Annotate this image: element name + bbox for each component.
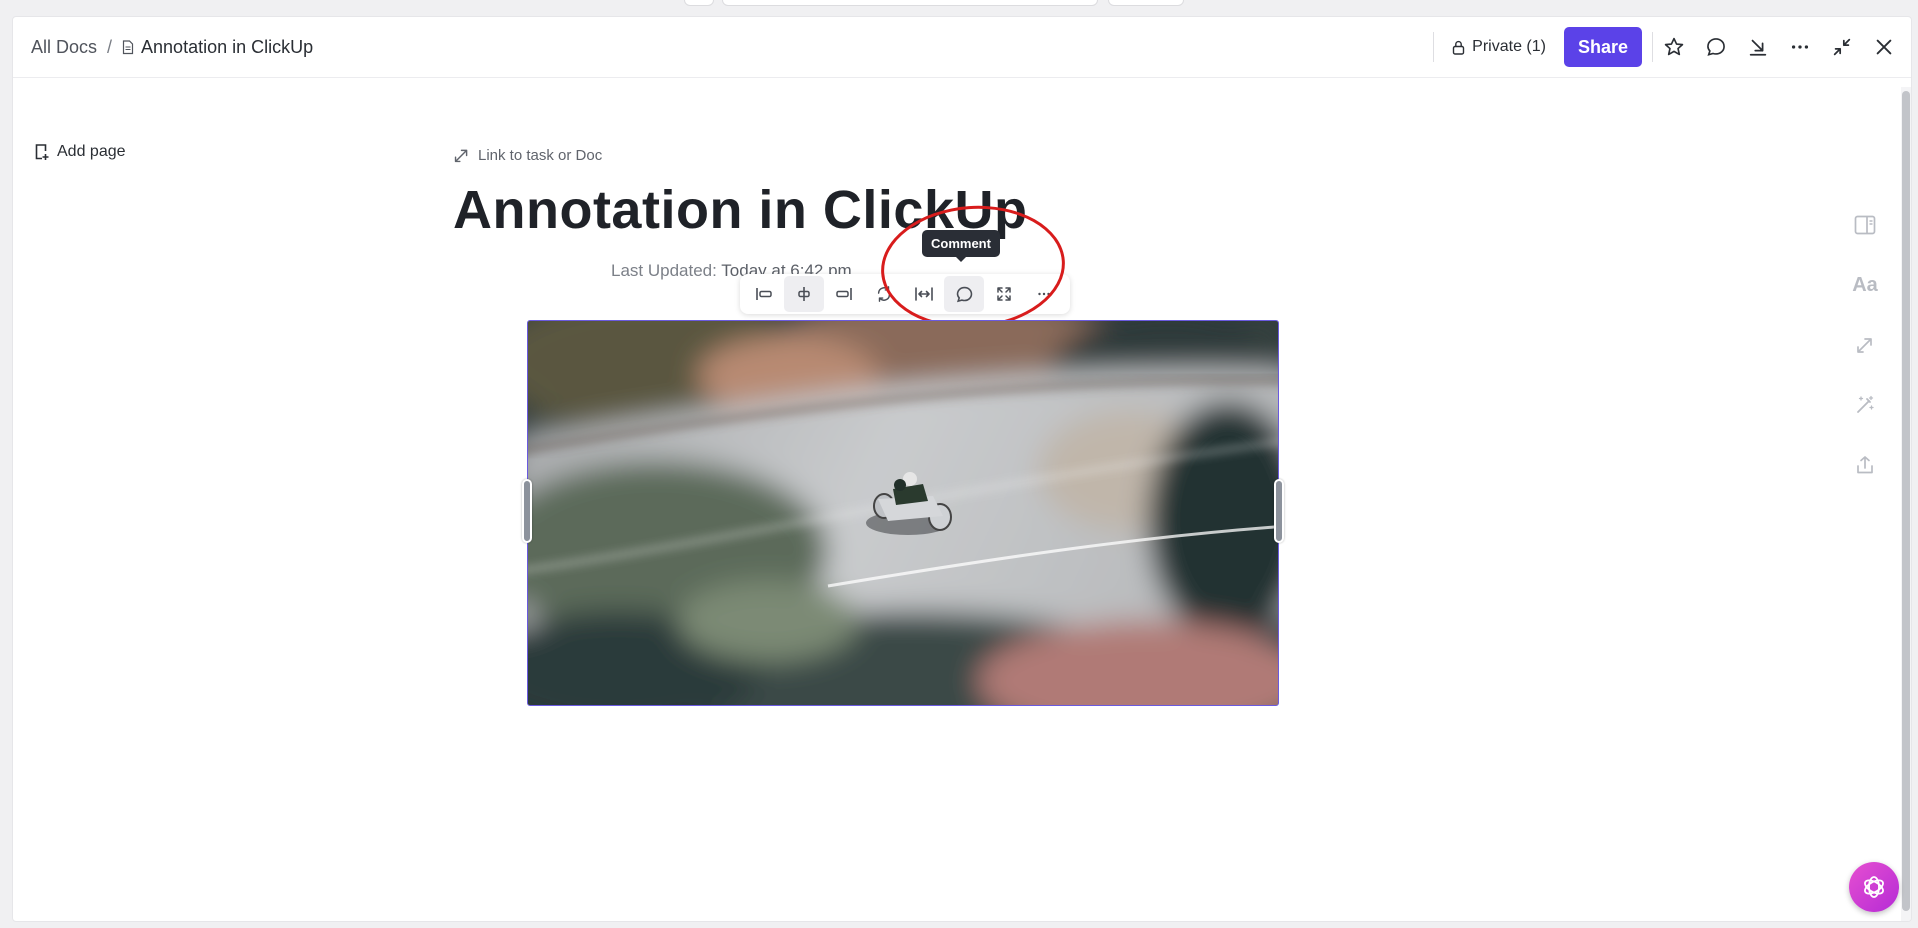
link-to-task-label: Link to task or Doc xyxy=(478,147,603,164)
motorcycle-photo xyxy=(528,321,1278,705)
align-center-icon xyxy=(798,287,810,301)
breadcrumb-current-doc[interactable]: Annotation in ClickUp xyxy=(141,37,313,58)
minimize-button[interactable] xyxy=(1821,27,1863,67)
header-actions: Private (1) Share xyxy=(1433,27,1911,67)
privacy-label: Private (1) xyxy=(1472,38,1546,55)
top-search[interactable] xyxy=(722,0,1098,6)
resize-handle-right[interactable] xyxy=(1274,479,1284,543)
comment-button[interactable] xyxy=(944,276,984,312)
doc-icon xyxy=(122,40,134,55)
comment-icon xyxy=(956,286,972,302)
comments-button[interactable] xyxy=(1695,27,1737,67)
fit-width-icon xyxy=(915,287,933,301)
close-icon xyxy=(1876,39,1892,55)
ai-wand-icon xyxy=(1857,395,1874,413)
image-more-button[interactable] xyxy=(1024,276,1064,312)
star-icon xyxy=(1664,37,1684,56)
align-left-icon xyxy=(756,288,772,300)
ai-assistant-icon xyxy=(1864,876,1884,898)
export-button[interactable] xyxy=(1847,447,1883,483)
image-toolbar xyxy=(740,274,1070,314)
export-icon xyxy=(1857,456,1873,474)
last-updated-prefix: Last Updated: xyxy=(611,261,717,280)
replace-image-button[interactable] xyxy=(864,276,904,312)
link-to-task-button[interactable]: Link to task or Doc xyxy=(453,147,602,164)
download-icon xyxy=(1749,39,1767,56)
doc-header: All Docs / Annotation in ClickUp Private… xyxy=(13,17,1911,78)
add-page-button[interactable]: Add page xyxy=(33,143,126,161)
comment-icon xyxy=(1707,38,1725,56)
add-page-label: Add page xyxy=(57,143,126,160)
fit-width-button[interactable] xyxy=(904,276,944,312)
resize-handle-left[interactable] xyxy=(522,479,532,543)
fullscreen-button[interactable] xyxy=(984,276,1024,312)
align-center-button[interactable] xyxy=(784,276,824,312)
browser-top-strip xyxy=(0,0,1918,16)
top-tab[interactable] xyxy=(684,0,714,6)
fullscreen-icon xyxy=(997,287,1011,301)
more-options-button[interactable] xyxy=(1779,27,1821,67)
right-rail: Aa xyxy=(1847,207,1883,507)
align-left-button[interactable] xyxy=(744,276,784,312)
more-icon xyxy=(1038,292,1050,296)
relate-icon xyxy=(1857,338,1872,353)
align-right-icon xyxy=(836,288,852,300)
lock-icon xyxy=(1452,40,1465,55)
share-button[interactable]: Share xyxy=(1563,27,1642,67)
ai-wand-button[interactable] xyxy=(1847,387,1883,423)
ai-assistant-button[interactable] xyxy=(1849,862,1899,912)
privacy-button[interactable]: Private (1) xyxy=(1434,27,1564,67)
close-button[interactable] xyxy=(1863,27,1905,67)
breadcrumb-all-docs[interactable]: All Docs xyxy=(31,37,97,58)
download-button[interactable] xyxy=(1737,27,1779,67)
align-right-button[interactable] xyxy=(824,276,864,312)
font-settings-button[interactable]: Aa xyxy=(1847,267,1883,303)
doc-window: All Docs / Annotation in ClickUp Private… xyxy=(12,16,1912,922)
sidebar-panel-button[interactable] xyxy=(1847,207,1883,243)
relationships-button[interactable] xyxy=(1847,327,1883,363)
top-button[interactable] xyxy=(1108,0,1184,6)
doc-image[interactable] xyxy=(527,320,1279,706)
comment-tooltip: Comment xyxy=(922,230,1000,262)
replace-icon xyxy=(877,286,891,302)
breadcrumb: All Docs / Annotation in ClickUp xyxy=(31,37,313,58)
link-icon xyxy=(454,149,468,163)
scrollbar-thumb[interactable] xyxy=(1902,91,1910,911)
breadcrumb-separator: / xyxy=(107,37,113,57)
minimize-icon xyxy=(1833,38,1851,56)
favorite-button[interactable] xyxy=(1653,27,1695,67)
add-page-icon xyxy=(35,144,49,160)
more-icon xyxy=(1791,45,1809,49)
sidebar-panel-icon xyxy=(1854,215,1876,235)
